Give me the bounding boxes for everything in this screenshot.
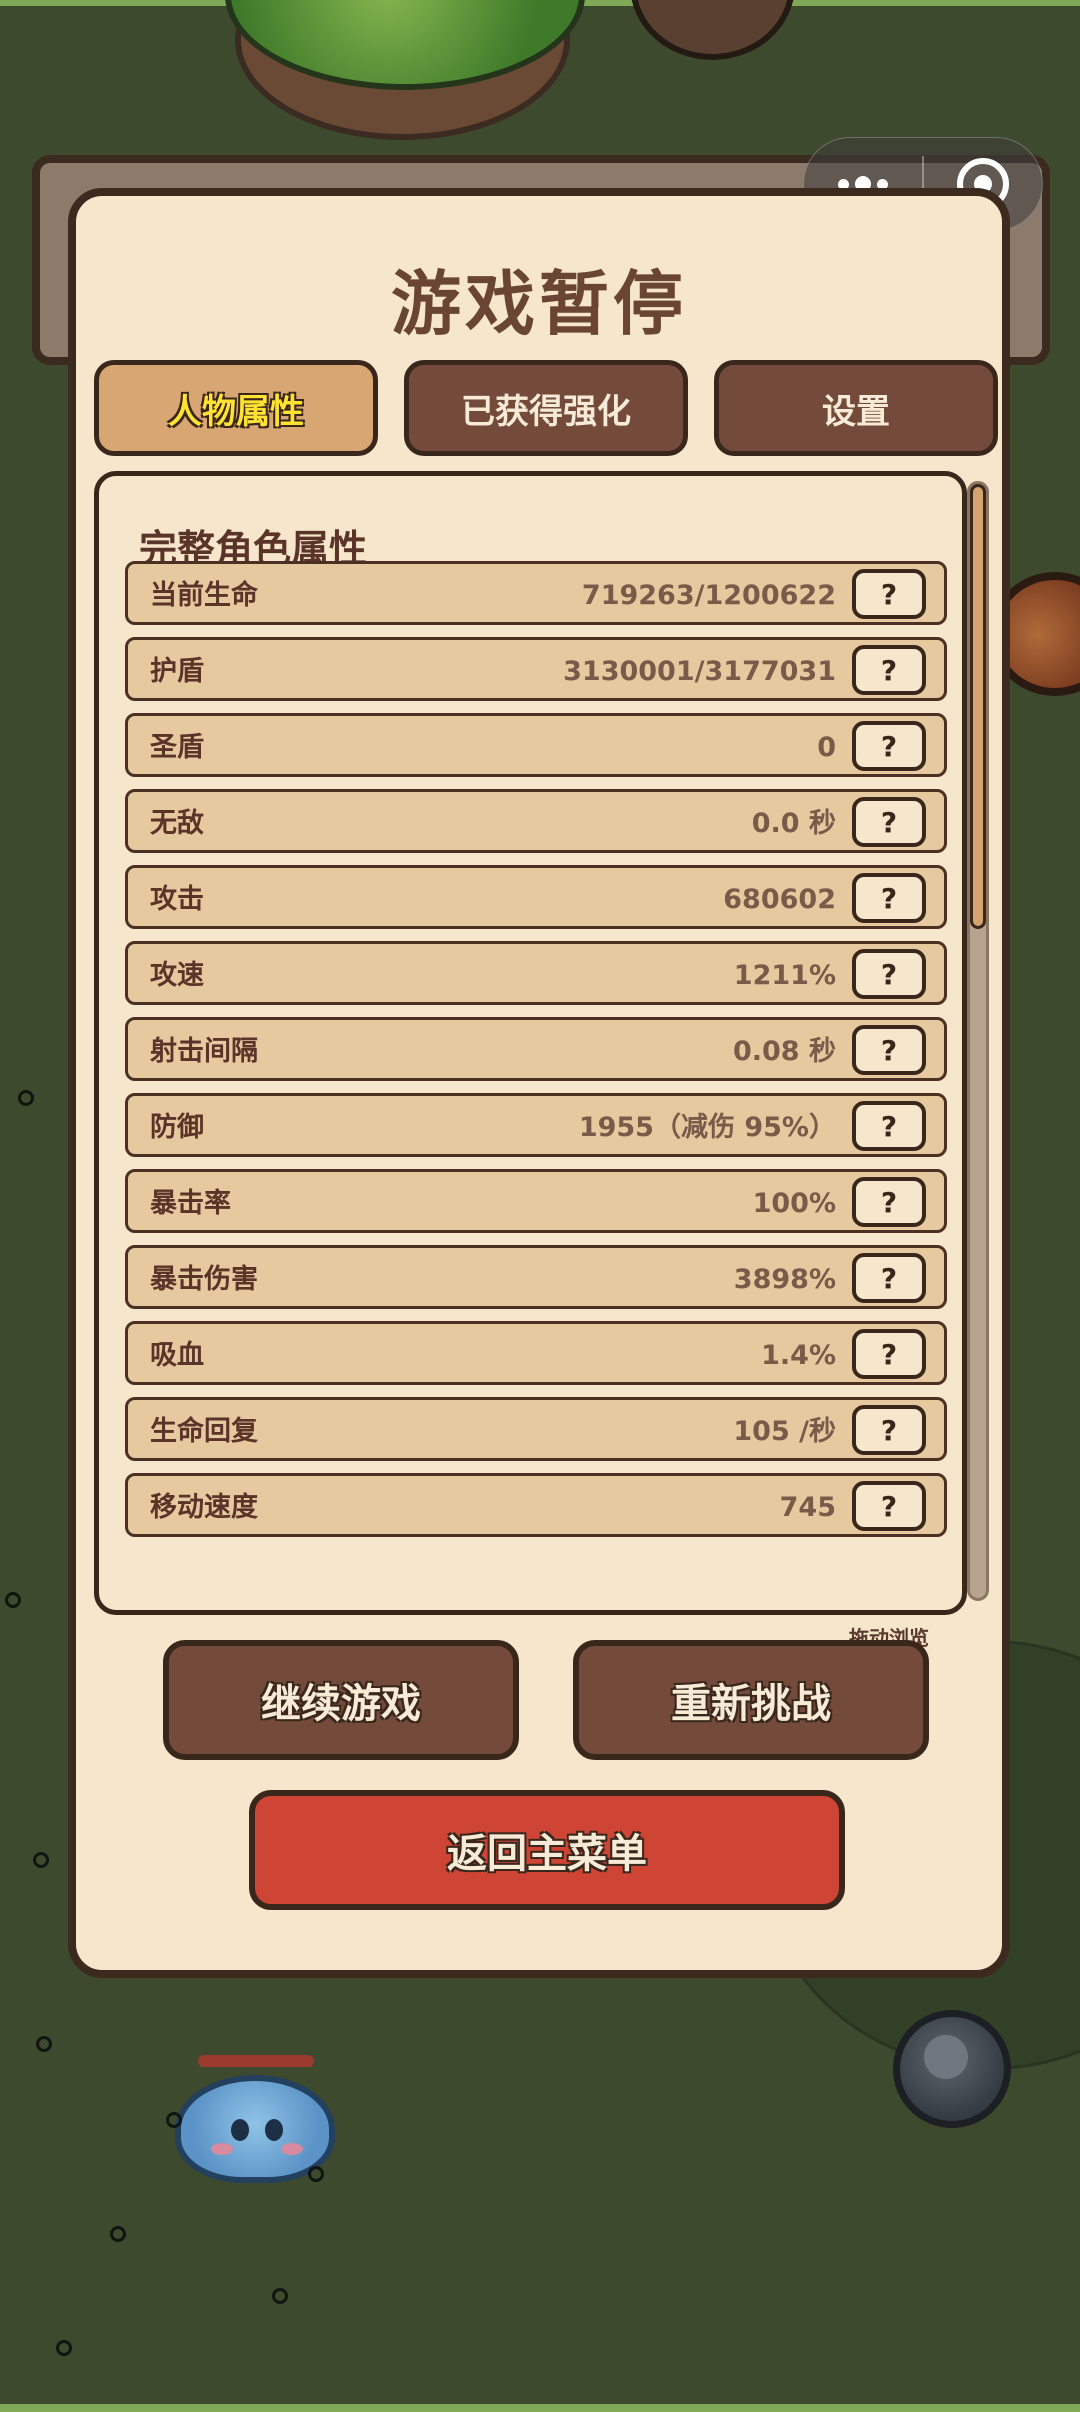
stat-label: 护盾 bbox=[150, 656, 204, 687]
stat-row-current-hp: 当前生命 719263/1200622 ? bbox=[125, 561, 947, 625]
stat-label: 防御 bbox=[150, 1112, 204, 1143]
joystick-button[interactable] bbox=[893, 2010, 1011, 2128]
stat-value: 680602 bbox=[723, 884, 836, 915]
continue-button[interactable]: 继续游戏 bbox=[163, 1640, 519, 1760]
stat-label: 无敌 bbox=[150, 808, 204, 839]
help-button[interactable]: ? bbox=[852, 1405, 926, 1455]
stat-label: 暴击伤害 bbox=[150, 1264, 258, 1295]
xp-orb bbox=[33, 1852, 49, 1868]
stat-value: 0.0 秒 bbox=[751, 808, 836, 839]
stat-row-crit-damage: 暴击伤害 3898% ? bbox=[125, 1245, 947, 1309]
stat-value: 3130001/3177031 bbox=[563, 656, 836, 687]
stat-label: 圣盾 bbox=[150, 732, 204, 763]
stat-row-attack: 攻击 680602 ? bbox=[125, 865, 947, 929]
help-button[interactable]: ? bbox=[852, 1025, 926, 1075]
stat-row-holy-shield: 圣盾 0 ? bbox=[125, 713, 947, 777]
stump-top bbox=[630, 0, 795, 60]
help-button[interactable]: ? bbox=[852, 645, 926, 695]
stats-scrollbar[interactable] bbox=[967, 481, 989, 1601]
stat-row-crit-rate: 暴击率 100% ? bbox=[125, 1169, 947, 1233]
stat-label: 吸血 bbox=[150, 1340, 204, 1371]
stat-row-lifesteal: 吸血 1.4% ? bbox=[125, 1321, 947, 1385]
stat-row-invincible: 无敌 0.0 秒 ? bbox=[125, 789, 947, 853]
slime-cheek bbox=[211, 2143, 233, 2155]
stat-row-attack-speed: 攻速 1211% ? bbox=[125, 941, 947, 1005]
xp-orb bbox=[166, 2112, 182, 2128]
stat-value: 0 bbox=[817, 732, 836, 763]
stats-list[interactable]: 完整角色属性 当前生命 719263/1200622 ? 护盾 3130001/… bbox=[94, 471, 967, 1615]
stat-label: 攻击 bbox=[150, 884, 204, 915]
tab-character-stats[interactable]: 人物属性 bbox=[94, 360, 378, 456]
stat-label: 生命回复 bbox=[150, 1416, 258, 1447]
stat-row-shield: 护盾 3130001/3177031 ? bbox=[125, 637, 947, 701]
stat-label: 暴击率 bbox=[150, 1188, 231, 1219]
grass-edge-bottom bbox=[0, 2404, 1080, 2412]
help-button[interactable]: ? bbox=[852, 1481, 926, 1531]
stat-row-defense: 防御 1955（减伤 95%） ? bbox=[125, 1093, 947, 1157]
tab-upgrades[interactable]: 已获得强化 bbox=[404, 360, 688, 456]
xp-orb bbox=[36, 2036, 52, 2052]
help-button[interactable]: ? bbox=[852, 1177, 926, 1227]
stat-value: 745 bbox=[779, 1492, 836, 1523]
stat-value: 1.4% bbox=[761, 1340, 836, 1371]
stat-value: 1211% bbox=[733, 960, 836, 991]
xp-orb bbox=[18, 1090, 34, 1106]
stat-value: 719263/1200622 bbox=[581, 580, 836, 611]
retry-button[interactable]: 重新挑战 bbox=[573, 1640, 929, 1760]
xp-orb bbox=[5, 1592, 21, 1608]
xp-orb bbox=[272, 2288, 288, 2304]
help-button[interactable]: ? bbox=[852, 1253, 926, 1303]
stat-label: 移动速度 bbox=[150, 1492, 258, 1523]
tab-settings[interactable]: 设置 bbox=[714, 360, 998, 456]
stat-row-hp-regen: 生命回复 105 /秒 ? bbox=[125, 1397, 947, 1461]
stat-label: 当前生命 bbox=[150, 580, 258, 611]
stat-value: 1955（减伤 95%） bbox=[578, 1112, 836, 1143]
help-button[interactable]: ? bbox=[852, 1101, 926, 1151]
stat-row-fire-interval: 射击间隔 0.08 秒 ? bbox=[125, 1017, 947, 1081]
stat-value: 100% bbox=[752, 1188, 836, 1219]
stat-row-move-speed: 移动速度 745 ? bbox=[125, 1473, 947, 1537]
help-button[interactable]: ? bbox=[852, 873, 926, 923]
xp-orb bbox=[308, 2166, 324, 2182]
main-menu-button[interactable]: 返回主菜单 bbox=[249, 1790, 845, 1910]
help-button[interactable]: ? bbox=[852, 569, 926, 619]
help-button[interactable]: ? bbox=[852, 797, 926, 847]
help-button[interactable]: ? bbox=[852, 721, 926, 771]
stat-value: 105 /秒 bbox=[733, 1416, 836, 1447]
stat-value: 3898% bbox=[733, 1264, 836, 1295]
stat-label: 攻速 bbox=[150, 960, 204, 991]
stat-label: 射击间隔 bbox=[150, 1036, 258, 1067]
xp-orb bbox=[56, 2340, 72, 2356]
pause-title: 游戏暂停 bbox=[391, 263, 687, 345]
help-button[interactable]: ? bbox=[852, 1329, 926, 1379]
enemy-health-bar bbox=[198, 2055, 314, 2067]
stat-value: 0.08 秒 bbox=[732, 1036, 836, 1067]
slime-cheek bbox=[281, 2143, 303, 2155]
help-button[interactable]: ? bbox=[852, 949, 926, 999]
slime-eye bbox=[231, 2119, 249, 2141]
xp-orb bbox=[110, 2226, 126, 2242]
slime-eye bbox=[265, 2119, 283, 2141]
scrollbar-thumb[interactable] bbox=[970, 484, 986, 929]
pause-panel: 游戏暂停 人物属性 已获得强化 设置 完整角色属性 当前生命 719263/12… bbox=[68, 188, 1010, 1978]
